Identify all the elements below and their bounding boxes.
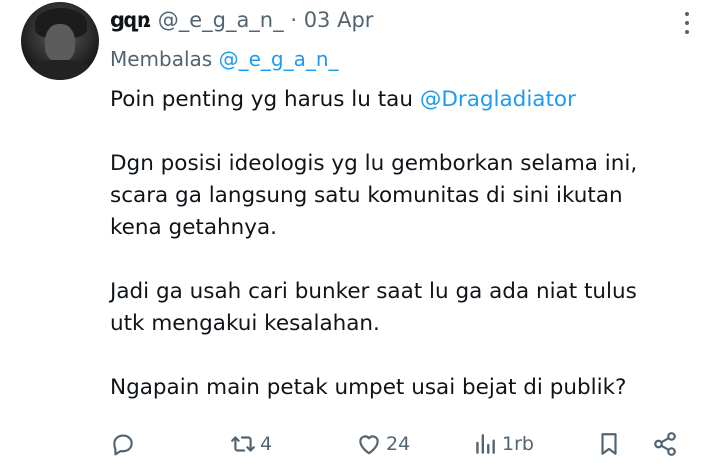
share-icon [654, 432, 676, 456]
views-chart-icon [476, 434, 495, 454]
avatar-face [45, 24, 75, 62]
more-dot [685, 21, 689, 25]
tweet-line: scara ga langsung satu komunitas di sini… [110, 183, 623, 208]
tweet-line: Poin penting yg harus lu tau @Dragladiat… [110, 84, 700, 116]
author-handle[interactable]: @_e_g_a_n_ [158, 8, 284, 32]
tweet-header: ցզռ @_e_g_a_n_ · 03 Apr [110, 6, 373, 34]
action-bar: 4 24 1rb [0, 428, 720, 460]
more-dot [685, 30, 689, 34]
heart-icon [359, 435, 379, 455]
tweet-line: Jadi ga usah cari bunker saat lu ga ada … [110, 279, 637, 304]
tweet-text: Poin penting yg harus lu tau @Dragladiat… [110, 84, 700, 404]
retweet-icon [231, 436, 255, 452]
reply-label: Membalas [110, 47, 213, 71]
more-options-icon[interactable] [676, 12, 698, 34]
share-button[interactable] [652, 428, 678, 460]
reply-context: Membalas @_e_g_a_n_ [110, 46, 339, 72]
views-count: 1rb [502, 433, 534, 455]
retweet-button[interactable]: 4 [230, 428, 272, 460]
avatar[interactable] [21, 2, 99, 80]
reply-icon [113, 434, 133, 456]
bookmark-button[interactable] [596, 428, 622, 460]
more-dot [685, 12, 689, 16]
reply-button[interactable] [110, 428, 136, 460]
tweet-line: Dgn posisi ideologis yg lu gemborkan sel… [110, 151, 638, 176]
tweet-line: utk mengakui kesalahan. [110, 311, 380, 336]
tweet-line: Ngapain main petak umpet usai bejat di p… [110, 375, 627, 400]
tweet-line: kena getahnya. [110, 215, 278, 240]
tweet-line-text: Poin penting yg harus lu tau [110, 87, 420, 112]
retweet-count: 4 [260, 433, 273, 455]
bookmark-icon [601, 433, 617, 455]
separator-dot: · [290, 8, 297, 32]
tweet-date[interactable]: 03 Apr [304, 8, 374, 32]
like-count: 24 [386, 433, 411, 455]
avatar-shirt [27, 60, 93, 80]
reply-mention-link[interactable]: @_e_g_a_n_ [219, 47, 339, 71]
like-button[interactable]: 24 [356, 428, 410, 460]
display-name[interactable]: ցզռ [110, 8, 151, 32]
views-button[interactable]: 1rb [472, 428, 534, 460]
mention-link[interactable]: @Dragladiator [420, 87, 576, 112]
